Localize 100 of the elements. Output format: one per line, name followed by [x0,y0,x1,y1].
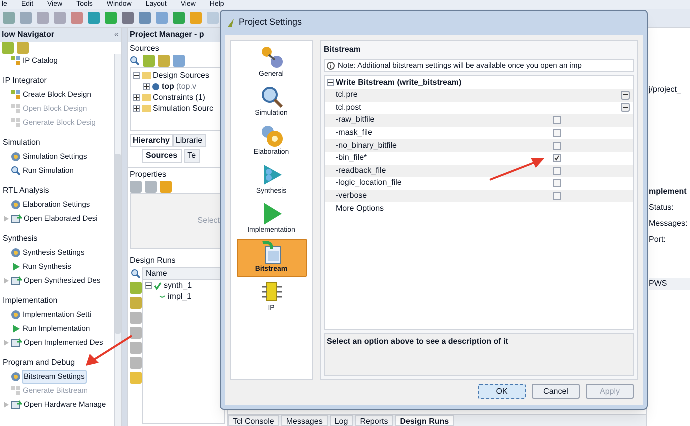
field-label: Port: [649,234,667,246]
toolbar-icon[interactable] [71,12,83,24]
toolbar-icon[interactable] [173,12,185,24]
collapse-toggle[interactable] [327,79,334,86]
expand-arrow-icon[interactable] [4,402,9,408]
toolbar-icon[interactable] [207,12,219,24]
collapse-button[interactable]: « [114,29,119,41]
dialog-button[interactable]: Cancel [532,384,580,399]
open-design-icon [11,276,22,286]
tab[interactable]: Reports [355,415,394,426]
app-logo-icon [227,18,235,28]
toolbar-icon[interactable] [130,342,142,354]
toolbar-icon[interactable] [130,327,142,339]
gear-icon [11,310,21,320]
play-icon [11,324,21,334]
block-design-icon [11,104,21,114]
checkbox[interactable] [553,166,561,175]
path-text: j/project_ [649,84,682,96]
tree-item[interactable]: Constraints (1) [153,92,206,104]
toolbar-icon[interactable] [130,357,142,369]
section-title: IP Integrator [3,75,48,87]
dialog-button[interactable]: OK [478,384,526,399]
tab[interactable]: Tcl Console [228,415,280,426]
browse-button[interactable] [621,90,630,100]
open-design-icon [11,400,22,410]
page-title: Bitstream [324,44,362,56]
toolbar-icon[interactable] [105,12,117,24]
play-icon [11,262,21,272]
checkbox[interactable] [553,142,561,150]
expand-toggle[interactable] [143,83,150,90]
panel-title: Project Manager - p [130,29,204,41]
gear-icon [11,152,21,162]
tab[interactable]: Sources [142,149,182,163]
run-name[interactable]: impl_1 [168,290,192,302]
block-design-icon [11,56,21,66]
tab[interactable]: Log [330,415,354,426]
browse-button[interactable] [621,103,630,112]
block-design-icon [11,386,21,396]
option-label: -readback_file [336,164,388,177]
magnifier-icon [260,84,284,109]
expand-arrow-icon[interactable] [4,278,9,284]
expand-toggle[interactable] [133,105,140,112]
magnifier-icon [130,56,140,66]
section-title: Simulation [3,137,42,149]
tree-item[interactable]: Design Sources [153,70,210,82]
toolbar-icon[interactable] [139,12,151,24]
collapse-toggle[interactable] [133,72,140,79]
checkbox[interactable] [553,192,561,200]
toolbar-icon[interactable] [37,12,49,24]
section-title: Synthesis [3,233,39,245]
run-name[interactable]: synth_1 [164,280,192,292]
toolbar-icon[interactable] [122,12,134,24]
toolbar-icon[interactable] [88,12,100,24]
checkbox[interactable] [553,129,561,138]
group-title: Write Bitstream (write_bitstream) [336,76,462,88]
tab[interactable]: Messages [281,415,328,426]
checkbox[interactable] [553,116,561,124]
annotation-arrow [488,156,546,182]
gears-icon [260,124,284,148]
expand-toggle[interactable] [133,94,140,101]
tree-item[interactable]: top [162,80,174,92]
section-title: mplement [649,186,688,198]
magnifier-icon [11,166,21,176]
toolbar-icon[interactable] [130,312,142,324]
tab[interactable]: Design Runs [395,415,454,426]
scrollbar[interactable] [114,54,121,426]
tree-item[interactable]: Simulation Sourc [153,102,214,114]
binary-file-icon [260,240,284,265]
block-design-icon [11,118,21,128]
gear-icon [11,200,21,210]
expand-arrow-icon[interactable] [4,340,9,346]
toolbar-icon[interactable] [3,12,15,24]
toolbar-icon[interactable] [130,297,142,309]
collapse-toggle[interactable] [145,282,152,289]
toolbar-icon[interactable] [130,372,142,384]
field-label: Messages: [649,218,689,230]
checkbox[interactable] [553,154,561,162]
description-text: Select an option above to see a description of it [327,337,508,346]
expand-arrow-icon[interactable] [4,216,9,222]
molecule-icon [260,46,284,70]
option-label: tcl.post [336,102,362,114]
tab[interactable]: Librarie [172,134,206,147]
info-icon [327,62,335,70]
option-label: -verbose [336,190,368,202]
module-icon [152,82,160,90]
properties-hint: Select [198,215,220,227]
toolbar-icon[interactable] [156,12,168,24]
toolbar-icon[interactable] [190,12,202,24]
column-header: PWS [649,278,690,290]
section-title: RTL Analysis [3,185,50,197]
tab[interactable]: Te [184,149,200,163]
open-design-icon [11,214,22,224]
toolbar-icon[interactable] [54,12,66,24]
option-label: tcl.pre [336,89,359,102]
window-title: Project Settings [239,16,302,30]
section-title: Implementation [3,295,59,307]
field-label: Status: [649,202,675,214]
checkbox[interactable] [553,179,561,188]
tab[interactable]: Hierarchy [130,134,173,147]
toolbar-icon[interactable] [20,12,32,24]
